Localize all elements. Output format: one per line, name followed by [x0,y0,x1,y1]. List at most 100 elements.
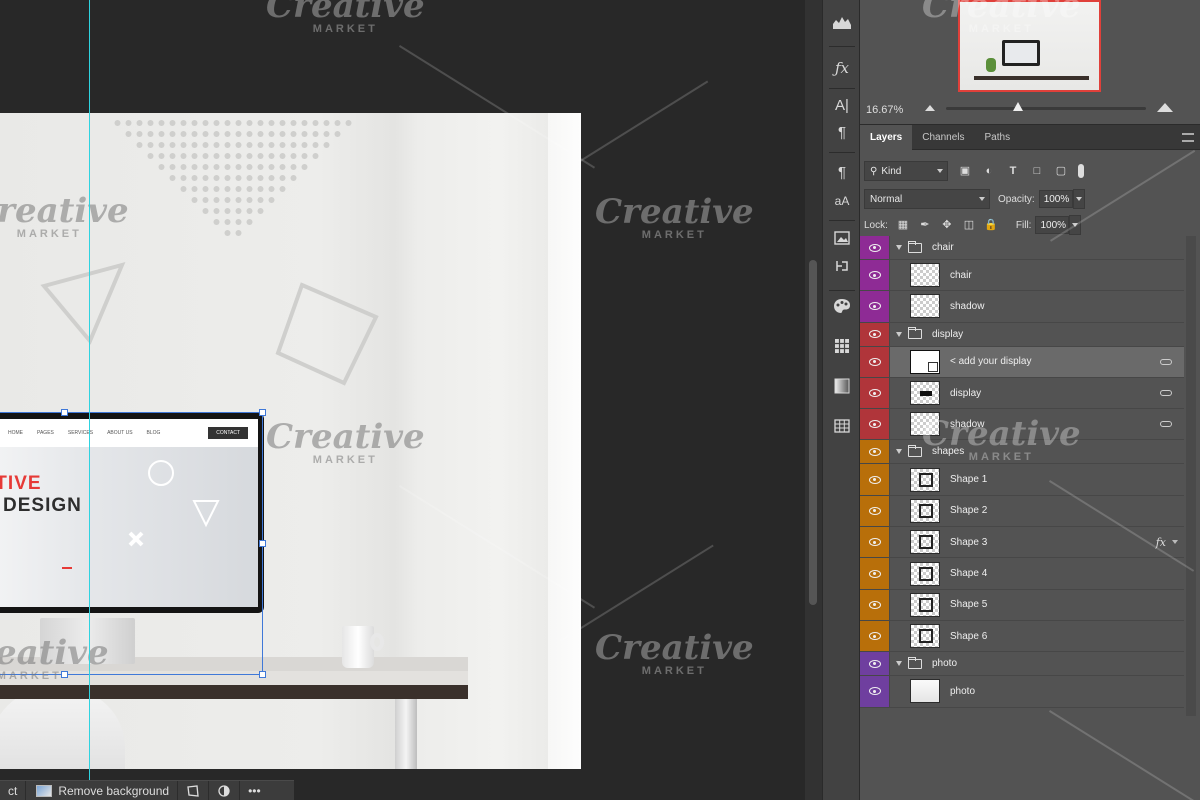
chevron-down-icon[interactable] [896,661,902,667]
lock-all-icon[interactable]: 🔒 [984,218,998,232]
layer-visibility-toggle[interactable] [860,652,890,676]
layer-row[interactable]: display [860,377,1184,410]
layer-row[interactable]: Shape 4 [860,558,1184,590]
layer-visibility-toggle[interactable] [860,620,890,652]
layer-name: photo [932,658,958,670]
zoom-slider[interactable] [946,102,1146,111]
tab-layers[interactable]: Layers [860,125,913,150]
layer-row[interactable]: photo [860,676,1184,708]
remove-background-button[interactable]: Remove background [26,780,179,800]
adjustment-button[interactable] [209,780,241,800]
pattern-dot [235,175,242,181]
layer-visibility-toggle[interactable] [860,676,890,707]
layer-list-scrollbar[interactable] [1186,236,1196,716]
transform-bounding-box[interactable] [0,409,266,678]
transform-handle-top-right[interactable] [259,409,266,416]
link-icon[interactable] [1160,421,1172,428]
layer-visibility-toggle[interactable] [860,558,890,589]
layer-visibility-toggle[interactable] [860,495,890,527]
layer-row[interactable]: Shape 3 fx [860,527,1184,559]
histogram-icon[interactable] [831,14,853,36]
navigator-thumbnail[interactable] [958,0,1101,92]
filter-type-icon[interactable]: T [1006,164,1020,178]
libraries-icon[interactable] [831,230,853,252]
layer-row[interactable]: shadow [860,409,1184,441]
zoom-out-icon[interactable] [925,105,935,111]
pattern-dot [202,164,209,170]
table-icon[interactable] [831,418,853,440]
layer-visibility-toggle[interactable] [860,346,890,377]
zoom-in-icon[interactable] [1157,103,1173,112]
chevron-down-icon[interactable] [1172,540,1178,545]
pattern-dot [158,142,165,148]
layer-visibility-toggle[interactable] [860,440,890,464]
layer-row[interactable]: shadow [860,291,1184,323]
watermark-sub: MARKET [641,665,707,677]
layer-row[interactable]: Shape 2 [860,495,1184,528]
filter-toggle[interactable] [1078,164,1084,178]
glyphs-icon[interactable]: aA [831,190,853,212]
layer-visibility-toggle[interactable] [860,409,890,440]
patterns-icon[interactable] [831,338,853,360]
transform-handle-bottom[interactable] [61,671,68,678]
zoom-slider-thumb[interactable] [1013,102,1023,111]
transform-handle-right[interactable] [259,540,266,547]
layer-visibility-toggle[interactable] [860,260,890,291]
link-icon[interactable] [1160,358,1172,365]
swatches-icon[interactable] [831,298,853,320]
ruler-guide[interactable] [89,0,90,800]
filter-pixel-icon[interactable]: ▣ [958,164,972,178]
tab-channels[interactable]: Channels [912,125,974,150]
blend-mode-dropdown[interactable]: Normal [864,189,990,209]
layer-group-row[interactable]: chair [860,236,1184,260]
layer-row[interactable]: chair [860,260,1184,292]
gradients-icon[interactable] [831,378,853,400]
filter-smart-object-icon[interactable]: ▢ [1054,164,1068,178]
layer-group-row[interactable]: photo [860,652,1184,677]
transform-handle-top[interactable] [61,409,68,416]
layer-group-row[interactable]: shapes [860,440,1184,465]
fx-icon[interactable]: ƒx [831,57,853,79]
shape-icon [919,472,933,487]
chevron-down-icon[interactable] [896,245,902,250]
layer-group-row[interactable]: display [860,322,1184,347]
paragraph-icon[interactable]: ¶ [831,122,853,144]
layer-row[interactable]: Shape 1 [860,464,1184,496]
tab-paths[interactable]: Paths [975,125,1021,150]
layer-visibility-toggle[interactable] [860,377,890,409]
layer-row-selected[interactable]: < add your display [860,346,1184,378]
panel-menu-icon[interactable] [1182,133,1194,142]
layer-visibility-toggle[interactable] [860,464,890,495]
layer-visibility-toggle[interactable] [860,236,890,259]
layer-row[interactable]: Shape 5 [860,589,1184,621]
filter-adjustment-icon[interactable]: ◐ [982,164,996,178]
link-icon[interactable] [1160,390,1172,397]
chevron-down-icon[interactable] [896,449,902,455]
panel-scrollbar[interactable] [809,260,817,605]
opacity-dropdown[interactable] [1072,189,1085,209]
more-options-button[interactable]: ••• [240,781,269,800]
paragraph-styles-icon[interactable]: ¶ [831,162,853,184]
layer-visibility-toggle[interactable] [860,589,890,620]
canvas-area[interactable]: HOME PAGES SERVICES ABOUT US BLOG CONTAC… [0,0,805,800]
history-icon[interactable] [831,258,853,280]
layer-visibility-toggle[interactable] [860,527,890,558]
filter-shape-icon[interactable]: □ [1030,164,1044,178]
transform-handle-bottom-right[interactable] [259,671,266,678]
lock-brush-icon[interactable]: ✒ [918,218,932,232]
lock-transparent-icon[interactable]: ▦ [896,218,910,232]
select-subject-button[interactable]: ct [0,780,27,800]
transform-tool-button[interactable] [178,780,210,800]
artboard[interactable]: HOME PAGES SERVICES ABOUT US BLOG CONTAC… [0,113,581,769]
layer-visibility-toggle[interactable] [860,322,890,346]
chevron-down-icon[interactable] [896,331,902,337]
character-icon[interactable]: A| [831,95,853,117]
layer-visibility-toggle[interactable] [860,291,890,322]
navigator-zoom-value[interactable]: 16.67% [866,104,903,116]
opacity-input[interactable]: 100% [1038,190,1073,208]
lock-artboard-icon[interactable]: ◫ [962,218,976,232]
layer-row[interactable]: Shape 6 [860,620,1184,653]
pattern-dot [235,153,242,159]
filter-kind-dropdown[interactable]: ⚲ Kind [864,161,948,181]
lock-move-icon[interactable]: ✥ [940,218,954,232]
